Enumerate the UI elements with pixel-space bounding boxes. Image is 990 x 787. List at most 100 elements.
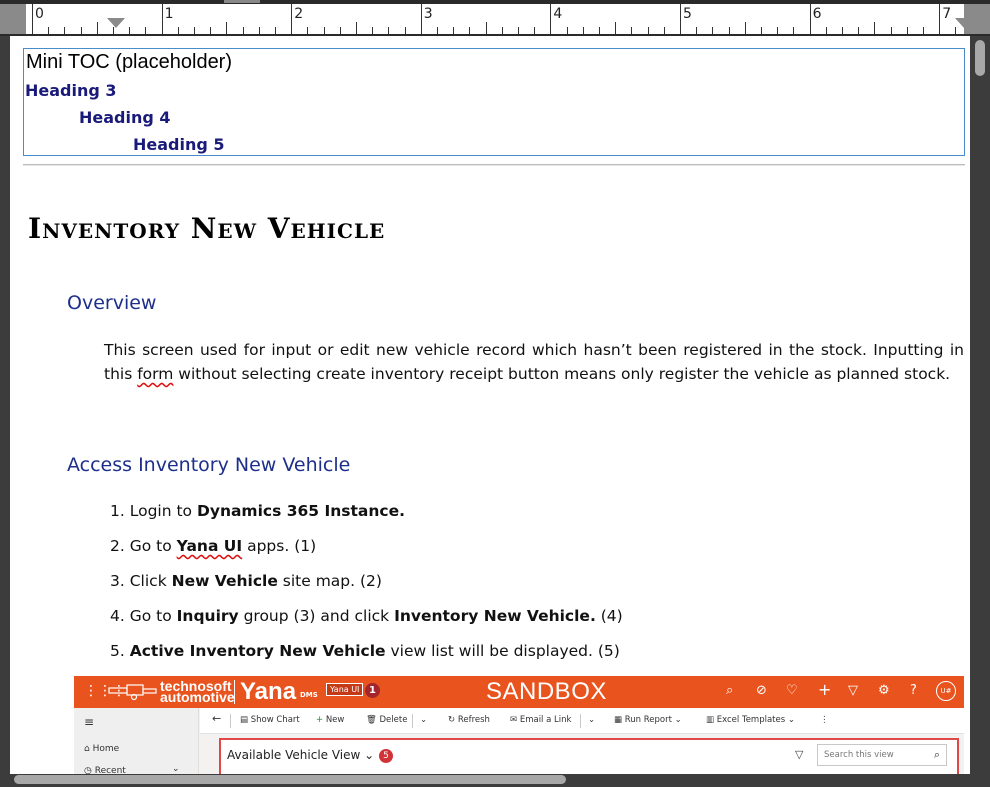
ruler-minor-tick (275, 27, 276, 34)
step-text: Login to (129, 502, 197, 520)
ruler-minor-tick (793, 27, 795, 34)
task-icon: ⊘ (756, 683, 767, 698)
ruler-minor-tick (48, 27, 50, 34)
step-bold: New Vehicle (171, 572, 278, 590)
excel-templates-button: ▥ Excel Templates ⌄ (706, 715, 795, 725)
list-item: 3. Click New Vehicle site map. (2) (110, 572, 623, 607)
ruler-minor-tick (501, 27, 503, 34)
ruler-major-tick (680, 4, 681, 34)
ruler-minor-tick (923, 27, 924, 34)
command-label: Refresh (457, 715, 490, 725)
ruler-minor-tick (777, 27, 779, 34)
ruler-minor-tick (242, 27, 244, 34)
right-indent-marker[interactable] (955, 18, 973, 28)
list-item: 5. Active Inventory New Vehicle view lis… (110, 642, 623, 677)
ruler-minor-tick (825, 27, 827, 34)
step-text: Go to (129, 607, 177, 625)
ruler-minor-tick (890, 27, 892, 34)
ruler-minor-tick (761, 27, 762, 34)
step-number: 5. (110, 642, 125, 660)
search-input: Search this view ⌕ (817, 744, 947, 766)
run-report-button: ▦ Run Report ⌄ (614, 715, 682, 725)
ruler-minor-tick (145, 27, 147, 34)
ruler-number: 7 (942, 6, 952, 22)
back-arrow-icon: ← (212, 712, 222, 725)
ruler-minor-tick (485, 22, 487, 34)
toc-link-heading-4[interactable]: Heading 4 (79, 108, 171, 127)
ruler-minor-tick (96, 22, 98, 34)
step-text: Go to (129, 537, 177, 555)
sidebar-item-label: Home (92, 744, 120, 754)
command-label: New (325, 715, 345, 725)
step-bold: Inquiry (176, 607, 239, 625)
vertical-scroll-thumb[interactable] (975, 40, 985, 76)
new-button: + New (316, 715, 345, 725)
ruler-minor-tick (615, 22, 617, 34)
horizontal-scrollbar[interactable] (0, 774, 990, 787)
environment-name: SANDBOX (486, 678, 607, 705)
ruler-body: 0 1 2 3 4 5 6 7 (26, 4, 964, 34)
mini-toc-title: Mini TOC (placeholder) (26, 51, 233, 73)
ruler-minor-tick (356, 22, 357, 34)
command-label: Email a Link (519, 715, 572, 725)
command-label: Show Chart (250, 715, 300, 725)
ruler-minor-tick (469, 27, 471, 34)
search-icon: ⌕ (726, 683, 734, 698)
list-item: 4. Go to Inquiry group (3) and click Inv… (110, 607, 623, 642)
ruler-minor-tick (339, 27, 341, 34)
ruler-top-indicator (224, 0, 260, 3)
step-bold: Active Inventory New Vehicle (129, 642, 386, 660)
sidebar-item-label: Recent (94, 766, 126, 774)
ruler-number: 4 (553, 6, 563, 22)
ruler-minor-tick (599, 27, 600, 34)
callout-badge-1: 1 (365, 683, 380, 698)
gear-icon: ⚙ (878, 683, 890, 698)
step-text: site map. (2) (277, 572, 382, 590)
chevron-down-icon: ⌄ (588, 715, 596, 725)
app-badge: Yana UI (326, 683, 364, 696)
ruler-major-tick (32, 4, 33, 34)
step-text: (4) (595, 607, 623, 625)
ruler-minor-tick (226, 22, 228, 34)
first-line-indent-marker[interactable] (107, 18, 125, 28)
ruler-major-tick (809, 4, 811, 34)
vertical-scrollbar[interactable] (970, 36, 990, 774)
email-link-button: ✉ Email a Link (510, 715, 572, 725)
ruler-minor-tick (64, 27, 66, 34)
list-item: 1. Login to Dynamics 365 Instance. (110, 502, 623, 537)
mini-toc: Mini TOC (placeholder) Heading 3 Heading… (23, 48, 965, 156)
chevron-down-icon: ⌄ (172, 764, 180, 774)
divider (230, 714, 231, 728)
ruler-minor-tick (258, 27, 260, 34)
delete-button: 🗑 Delete (366, 715, 408, 725)
command-label: Delete (379, 715, 408, 725)
toc-link-heading-5[interactable]: Heading 5 (133, 135, 225, 154)
toc-link-heading-3[interactable]: Heading 3 (25, 81, 117, 100)
brand-line-2: automotive (160, 689, 235, 705)
ruler-major-tick (420, 4, 422, 34)
ruler-minor-tick (210, 27, 212, 34)
ruler-minor-tick (437, 27, 438, 34)
embedded-screenshot: ⋮⋮⋮ technosoft automotive Yana DMS Yana … (74, 676, 964, 774)
step-bold: Inventory New Vehicle. (394, 607, 596, 625)
ruler-minor-tick (453, 27, 455, 34)
steps-list: 1. Login to Dynamics 365 Instance. 2. Go… (110, 502, 623, 677)
spellcheck-word[interactable]: form (137, 365, 173, 383)
step-number: 4. (110, 607, 125, 625)
document-page: Mini TOC (placeholder) Heading 3 Heading… (10, 36, 970, 774)
horizontal-scroll-thumb[interactable] (14, 775, 566, 784)
overview-heading: Overview (67, 292, 157, 314)
help-icon: ? (910, 683, 917, 698)
ruler-minor-tick (566, 27, 568, 34)
access-heading: Access Inventory New Vehicle (67, 454, 351, 476)
ruler-minor-tick (631, 27, 633, 34)
ruler-minor-tick (582, 27, 584, 34)
page-title: Inventory New Vehicle (28, 212, 386, 245)
ruler-minor-tick (534, 27, 536, 34)
ruler-minor-tick (663, 27, 665, 34)
ruler-minor-tick (518, 27, 519, 34)
sidebar-item-home: ⌂ Home (84, 744, 120, 754)
view-header-card: Available Vehicle View ⌄ 5 ▽ Search this… (219, 738, 959, 774)
filter-icon: ▽ (848, 683, 858, 698)
lightbulb-icon: ♡ (786, 683, 798, 698)
